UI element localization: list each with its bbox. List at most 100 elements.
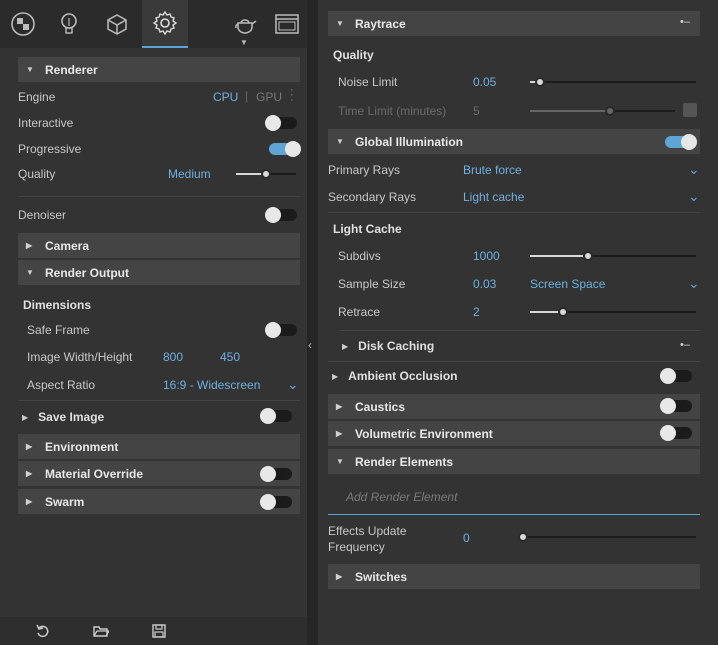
panel-splitter[interactable]: ‹ <box>307 0 318 645</box>
geometry-tab[interactable] <box>94 0 140 48</box>
image-width-input[interactable]: 800 <box>163 350 183 364</box>
engine-gpu-option[interactable]: GPU <box>256 90 282 104</box>
sample-space-dropdown[interactable]: Screen Space <box>530 277 605 291</box>
open-button[interactable] <box>93 623 111 639</box>
disk-caching-section-header[interactable]: ▶ Disk Caching <box>340 336 700 356</box>
quality-label: Quality <box>18 167 56 181</box>
add-render-element-input[interactable]: Add Render Element <box>346 490 457 504</box>
render-output-section-header[interactable]: ▼ Render Output <box>18 260 300 285</box>
effects-update-label: Effects Update Frequency <box>328 524 407 554</box>
divider <box>340 330 700 331</box>
frame-buffer-tab[interactable] <box>268 0 306 48</box>
primary-rays-dropdown[interactable]: Brute force <box>463 163 522 177</box>
top-toolbar: ▼ <box>0 0 307 48</box>
aspect-ratio-label: Aspect Ratio <box>27 378 96 392</box>
save-button[interactable] <box>151 623 167 639</box>
caustics-section-header[interactable]: ▶ Caustics <box>328 394 700 419</box>
swarm-section-header[interactable]: ▶ Swarm <box>18 489 300 514</box>
chevron-left-icon[interactable]: ‹ <box>308 338 312 352</box>
light-cache-heading: Light Cache <box>333 222 402 236</box>
swarm-toggle[interactable] <box>260 494 292 510</box>
aspect-ratio-dropdown[interactable]: 16:9 - Widescreen <box>163 378 260 392</box>
gear-icon <box>152 10 178 36</box>
divider <box>328 361 700 362</box>
denoiser-label: Denoiser <box>18 208 67 222</box>
environment-section-header[interactable]: ▶ Environment <box>18 434 300 459</box>
retrace-slider[interactable] <box>530 307 696 317</box>
save-image-toggle[interactable] <box>260 408 292 424</box>
undo-icon <box>36 624 49 638</box>
ambient-occlusion-section-header[interactable]: ▶ Ambient Occlusion <box>328 366 700 386</box>
progressive-toggle[interactable] <box>269 141 301 157</box>
image-width-height-label: Image Width/Height <box>27 350 133 364</box>
collapse-arrow-icon: ▼ <box>26 268 34 277</box>
divider <box>18 196 300 197</box>
engine-cpu-option[interactable]: CPU <box>213 90 238 104</box>
collapse-arrow-icon: ▼ <box>336 19 344 28</box>
pin-icon[interactable]: •– <box>680 339 690 351</box>
global-illumination-toggle[interactable] <box>665 134 697 150</box>
expand-arrow-icon: ▶ <box>26 469 33 478</box>
expand-arrow-icon: ▶ <box>26 241 33 250</box>
noise-limit-label: Noise Limit <box>338 75 398 89</box>
secondary-rays-dropdown[interactable]: Light cache <box>463 190 524 204</box>
dimensions-label: Dimensions <box>23 298 92 312</box>
time-limit-input[interactable]: 5 <box>473 104 480 118</box>
chevron-down-icon[interactable]: ⌄ <box>287 377 299 391</box>
camera-section-header[interactable]: ▶ Camera <box>18 233 300 258</box>
subdivs-input[interactable]: 1000 <box>473 249 500 263</box>
ambient-occlusion-toggle[interactable] <box>660 368 692 384</box>
denoiser-toggle[interactable] <box>265 207 297 223</box>
expand-arrow-icon: ▶ <box>332 371 339 381</box>
expand-arrow-icon: ▶ <box>342 341 349 351</box>
chevron-down-icon[interactable]: ⌄ <box>688 189 700 203</box>
sample-size-input[interactable]: 0.03 <box>473 277 496 291</box>
switches-section-header[interactable]: ▶ Switches <box>328 564 700 589</box>
cube-icon <box>107 14 127 35</box>
right-panel: ▼ Raytrace •– Quality Noise Limit 0.05 Ti… <box>318 0 718 645</box>
folder-open-icon <box>93 626 111 637</box>
expand-arrow-icon: ▶ <box>336 402 343 411</box>
effects-update-input[interactable]: 0 <box>463 531 470 545</box>
subdivs-slider[interactable] <box>530 251 696 261</box>
expand-arrow-icon: ▶ <box>26 497 33 506</box>
noise-limit-input[interactable]: 0.05 <box>473 75 496 89</box>
safe-frame-toggle[interactable] <box>265 322 297 338</box>
materials-tab[interactable] <box>0 0 46 48</box>
lights-tab[interactable] <box>46 0 92 48</box>
noise-limit-slider[interactable] <box>530 77 696 87</box>
render-elements-section-header[interactable]: ▼ Render Elements <box>328 449 700 474</box>
reset-button[interactable] <box>35 623 51 639</box>
left-panel: ▼ ▼ Renderer Engine CPU | GPU · · · Interac… <box>0 0 307 645</box>
settings-tab[interactable] <box>142 0 188 48</box>
time-limit-label: Time Limit (minutes) <box>338 104 447 118</box>
time-limit-slider[interactable] <box>530 106 675 116</box>
divider <box>328 212 700 213</box>
renderer-section-header[interactable]: ▼ Renderer <box>18 57 300 82</box>
global-illumination-section-header[interactable]: ▼ Global Illumination <box>328 129 700 154</box>
retrace-input[interactable]: 2 <box>473 305 480 319</box>
expand-arrow-icon: ▶ <box>26 442 33 451</box>
time-limit-checkbox[interactable] <box>683 103 697 117</box>
divider <box>18 400 300 401</box>
save-image-section-header[interactable]: ▶ Save Image <box>18 406 300 428</box>
material-ball-icon <box>11 12 35 36</box>
pin-icon[interactable]: •– <box>680 16 690 28</box>
interactive-toggle[interactable] <box>265 115 297 131</box>
teapot-icon <box>235 19 257 34</box>
volumetric-environment-toggle[interactable] <box>660 425 692 441</box>
material-override-toggle[interactable] <box>260 466 292 482</box>
chevron-down-icon[interactable]: ⌄ <box>688 162 700 176</box>
material-override-section-header[interactable]: ▶ Material Override <box>18 461 300 486</box>
more-vertical-icon[interactable]: · · · <box>290 85 294 106</box>
interactive-label: Interactive <box>18 116 74 130</box>
engine-separator: | <box>245 89 249 103</box>
caustics-toggle[interactable] <box>660 398 692 414</box>
effects-update-slider[interactable] <box>518 532 696 542</box>
image-height-input[interactable]: 450 <box>220 350 240 364</box>
quality-slider[interactable] <box>236 169 296 179</box>
raytrace-section-header[interactable]: ▼ Raytrace <box>328 11 700 36</box>
caret-down-icon[interactable]: ▼ <box>240 38 248 47</box>
chevron-down-icon[interactable]: ⌄ <box>688 276 700 290</box>
volumetric-environment-section-header[interactable]: ▶ Volumetric Environment <box>328 421 700 446</box>
